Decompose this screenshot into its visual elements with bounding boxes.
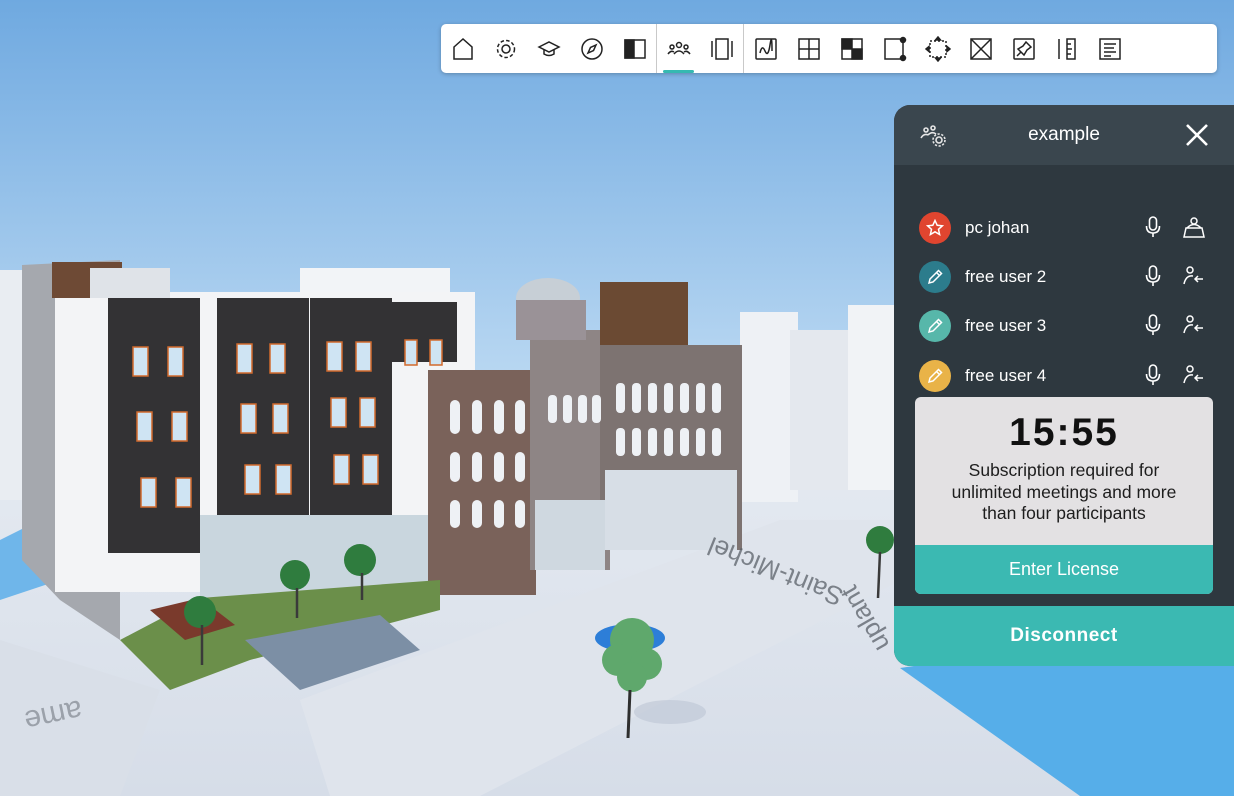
document-text-icon <box>1098 37 1121 60</box>
microphone-icon[interactable] <box>1143 363 1163 387</box>
pencil-icon <box>927 318 943 334</box>
home-button[interactable] <box>441 24 484 73</box>
participant-avatar <box>919 310 951 342</box>
checker-pattern-icon <box>840 37 863 60</box>
measure-button[interactable] <box>1045 24 1088 73</box>
panel-header: example <box>894 105 1234 165</box>
pin-button[interactable] <box>1002 24 1045 73</box>
sketch-button[interactable] <box>744 24 787 73</box>
pin-icon <box>1012 37 1035 60</box>
graduation-cap-icon <box>536 40 561 56</box>
participant-row[interactable]: free user 2 <box>894 258 1234 298</box>
section-cross-icon <box>797 37 820 60</box>
section-button[interactable] <box>787 24 830 73</box>
pencil-icon <box>927 368 943 384</box>
collaboration-button[interactable] <box>657 24 700 73</box>
move-button[interactable] <box>916 24 959 73</box>
microphone-icon[interactable] <box>1143 264 1163 288</box>
enter-license-button[interactable]: Enter License <box>915 545 1213 594</box>
subscription-message: Subscription required for unlimited meet… <box>951 460 1177 523</box>
participant-name: free user 2 <box>965 267 1047 286</box>
user-follow-icon[interactable] <box>1181 313 1207 337</box>
microphone-icon[interactable] <box>1143 313 1163 337</box>
disconnect-button[interactable]: Disconnect <box>894 606 1234 666</box>
sketch-draw-icon <box>754 37 777 60</box>
settings-gear-icon <box>496 39 515 58</box>
split-view-icon <box>623 38 646 59</box>
license-notice: 15:55 Subscription required for unlimite… <box>915 397 1213 594</box>
carousel-icon <box>710 37 733 60</box>
participant-avatar <box>919 261 951 293</box>
main-toolbar <box>441 24 1217 73</box>
user-follow-icon[interactable] <box>1181 363 1207 387</box>
participant-name: free user 4 <box>965 366 1047 385</box>
ruler-icon <box>1057 37 1076 60</box>
close-icon[interactable] <box>1182 120 1212 150</box>
toolbar-group-navigation <box>441 24 656 73</box>
report-button[interactable] <box>1088 24 1131 73</box>
user-follow-icon[interactable] <box>1181 264 1207 288</box>
pencil-icon <box>927 269 943 285</box>
collaboration-people-icon <box>666 41 691 55</box>
bounding-box-button[interactable] <box>873 24 916 73</box>
participant-row[interactable]: free user 4 <box>894 357 1234 397</box>
meeting-timer: 15:55 <box>1009 411 1119 454</box>
hide-object-button[interactable] <box>959 24 1002 73</box>
split-view-button[interactable] <box>613 24 656 73</box>
participant-avatar <box>919 360 951 392</box>
star-icon <box>926 219 944 237</box>
home-icon <box>452 37 473 60</box>
participant-name: pc johan <box>965 218 1030 237</box>
participant-name: free user 3 <box>965 316 1047 335</box>
compass-icon <box>580 37 603 60</box>
participant-row[interactable]: pc johan <box>894 209 1234 249</box>
participant-avatar <box>919 212 951 244</box>
tutorial-button[interactable] <box>527 24 570 73</box>
toolbar-group-tools <box>744 24 1131 73</box>
presenter-icon[interactable] <box>1181 215 1207 239</box>
bounding-box-icon <box>883 36 906 61</box>
carousel-button[interactable] <box>700 24 743 73</box>
microphone-icon[interactable] <box>1143 215 1163 239</box>
pattern-button[interactable] <box>830 24 873 73</box>
compass-button[interactable] <box>570 24 613 73</box>
participant-row[interactable]: free user 3 <box>894 307 1234 347</box>
group-settings-icon[interactable] <box>918 121 948 151</box>
meeting-title: example <box>1028 124 1100 145</box>
settings-button[interactable] <box>484 24 527 73</box>
toolbar-group-collab <box>657 24 743 73</box>
move-arrows-icon <box>924 35 951 62</box>
x-box-icon <box>969 37 992 60</box>
collaboration-panel: example pc johan free user 2 free user 3… <box>894 105 1234 666</box>
